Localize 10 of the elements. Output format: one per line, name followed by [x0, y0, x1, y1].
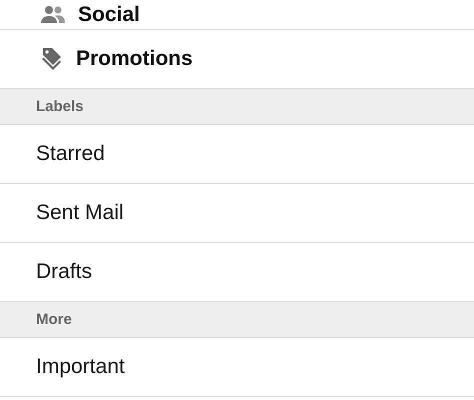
label-item[interactable]: Important [0, 338, 474, 397]
category-label: Promotions [76, 47, 193, 71]
label-item[interactable]: Sent Mail [0, 184, 474, 243]
label-item[interactable]: Starred [0, 125, 474, 184]
tag-icon [40, 46, 64, 72]
category-label: Social [78, 2, 140, 26]
category-item[interactable]: Social [0, 0, 474, 30]
people-icon [40, 4, 66, 24]
section-title: Labels [36, 98, 84, 115]
section-title: More [36, 311, 72, 328]
